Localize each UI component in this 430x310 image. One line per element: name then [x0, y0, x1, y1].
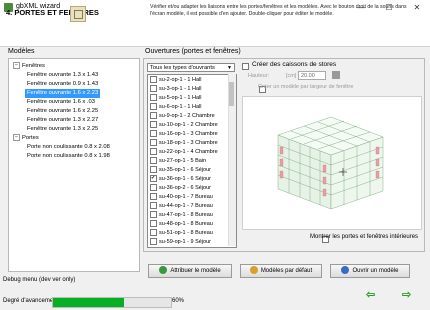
list-item[interactable]: su-16-op-1 - 3 Chambre	[150, 130, 218, 138]
list-item[interactable]: su-6-op-1 - 1 Hall	[150, 103, 202, 111]
create-blinds-label: Créer des caissons de stores	[252, 61, 337, 68]
tree-node-fenetres[interactable]: − Fenêtres	[13, 62, 45, 71]
list-item[interactable]: su-22-op-1 - 4 Chambre	[150, 148, 218, 156]
list-checkbox[interactable]	[150, 166, 157, 174]
list-item[interactable]: su-27-op-1 - 5 Bain	[150, 157, 206, 165]
open-model-button[interactable]: Ouvrir un modèle	[330, 264, 410, 278]
collapse-icon[interactable]: −	[13, 62, 20, 69]
step-header	[0, 16, 430, 47]
tree-item-model[interactable]: Fenêtre ouvrante 1.6 x .03	[27, 98, 95, 107]
list-checkbox[interactable]	[150, 229, 157, 237]
building-model-render	[277, 116, 384, 210]
list-item[interactable]: su-36-op-1 - 6 Séjour	[150, 174, 211, 183]
list-checkbox[interactable]	[150, 139, 157, 147]
tree-item-model-selected[interactable]: Fenêtre ouvrante 1.6 x 2.23	[25, 89, 101, 98]
chevron-down-icon: ▼	[227, 65, 232, 71]
list-item[interactable]: su-48-op-1 - 8 Bureau	[150, 220, 213, 228]
open-icon	[341, 266, 350, 275]
list-checkbox[interactable]	[150, 103, 157, 111]
list-item[interactable]: su-36-op-2 - 6 Séjour	[150, 184, 211, 192]
list-item[interactable]: su-51-op-1 - 8 Bureau	[150, 229, 213, 237]
list-checkbox[interactable]	[150, 112, 157, 120]
debug-menu[interactable]: Debug menu (dev ver only)	[3, 277, 75, 283]
previous-arrow-icon[interactable]: ⇦	[366, 288, 375, 301]
list-item[interactable]: su-5-op-1 - 1 Hall	[150, 94, 202, 102]
collapse-icon[interactable]: −	[13, 134, 20, 141]
progress-label: Degré d'avancement	[3, 298, 59, 304]
list-checkbox[interactable]	[150, 94, 157, 102]
list-checkbox[interactable]	[150, 157, 157, 165]
list-checkbox[interactable]	[150, 202, 157, 210]
list-item[interactable]: su-18-op-1 - 3 Chambre	[150, 139, 218, 147]
list-item[interactable]: su-59-op-1 - 9 Séjour	[150, 238, 211, 246]
show-interior-label: Montrer les portes et fenêtres intérieur…	[310, 234, 419, 240]
create-blinds-checkbox[interactable]	[242, 63, 249, 70]
list-item[interactable]: su-40-op-1 - 7 Bureau	[150, 193, 213, 201]
models-tree[interactable]: − Fenêtres Fenêtre ouvrante 1.3 x 1.43 Fe…	[8, 58, 140, 272]
list-checkbox[interactable]	[150, 220, 157, 228]
instructions-text: Vérifier et/ou adapter les liaisons entr…	[150, 4, 407, 17]
list-checkbox[interactable]	[150, 130, 157, 138]
list-item[interactable]: su-47-op-1 - 8 Bureau	[150, 211, 213, 219]
tree-item-model[interactable]: Fenêtre ouvrante 1.3 x 2.27	[27, 116, 98, 125]
tree-item-model[interactable]: Fenêtre ouvrante 1.3 x 2.25	[27, 125, 98, 134]
add-icon	[159, 266, 168, 275]
assign-model-button[interactable]: Attribuer le modèle	[148, 264, 232, 278]
height-input[interactable]: 20.00	[298, 71, 326, 80]
scrollbar-thumb[interactable]	[229, 82, 234, 106]
tree-item-model[interactable]: Fenêtre ouvrante 1.3 x 1.43	[27, 71, 98, 80]
progress-percent: 60%	[172, 298, 185, 304]
list-checkbox[interactable]	[150, 193, 157, 201]
list-checkbox[interactable]	[150, 85, 157, 93]
height-unit: [cm]	[286, 73, 297, 79]
building-3d-view[interactable]	[242, 96, 422, 230]
models-label: Modèles	[8, 48, 35, 55]
tree-node-portes[interactable]: − Portes	[13, 134, 39, 143]
refresh-icon	[249, 266, 258, 275]
list-item[interactable]: su-10-op-1 - 2 Chambre	[150, 121, 218, 129]
height-picker-button[interactable]	[332, 71, 340, 79]
openings-label: Ouvertures (portes et fenêtres)	[145, 48, 241, 55]
height-label: Hauteur:	[248, 73, 270, 79]
window-door-icon	[70, 6, 86, 22]
list-item[interactable]: su-3-op-1 - 1 Hall	[150, 85, 202, 93]
list-item[interactable]: su-44-op-1 - 7 Bureau	[150, 202, 213, 210]
list-checkbox[interactable]	[150, 211, 157, 219]
list-checkbox[interactable]	[150, 148, 157, 156]
list-item[interactable]: su-9-op-1 - 2 Chambre	[150, 112, 215, 120]
next-arrow-icon[interactable]: ⇨	[402, 288, 411, 301]
list-checkbox-checked[interactable]	[150, 174, 157, 183]
list-checkbox[interactable]	[150, 121, 157, 129]
model-per-width-label: Créer un modèle par largeur de fenêtre	[258, 84, 354, 90]
tree-item-model[interactable]: Porte non coulissante 0.8 x 2.08	[27, 143, 110, 152]
openings-list[interactable]: su-2-op-1 - 1 Hall su-3-op-1 - 1 Hall su…	[147, 74, 237, 248]
list-checkbox[interactable]	[150, 184, 157, 192]
list-checkbox[interactable]	[150, 238, 157, 246]
list-checkbox[interactable]	[150, 76, 157, 84]
opening-type-select[interactable]: Tous les types d'ouvrants ▼	[147, 63, 235, 72]
tree-item-model[interactable]: Fenêtre ouvrante 1.6 x 2.25	[27, 107, 98, 116]
tree-item-model[interactable]: Fenêtre ouvrante 0.9 x 1.43	[27, 80, 98, 89]
progress-fill	[53, 298, 124, 307]
list-item[interactable]: su-2-op-1 - 1 Hall	[150, 76, 202, 84]
list-item[interactable]: su-35-op-1 - 6 Séjour	[150, 166, 211, 174]
default-models-button[interactable]: Modèles par défaut	[240, 264, 322, 278]
tree-item-model[interactable]: Porte non coulissante 0.8 x 1.98	[27, 152, 110, 161]
